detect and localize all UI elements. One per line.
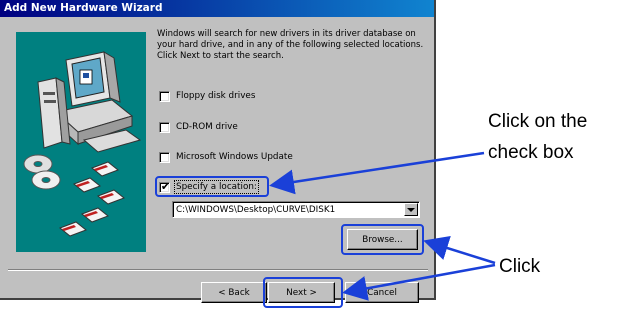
checkbox-callout-line1: Click on the bbox=[488, 111, 588, 132]
arrow-to-next bbox=[342, 263, 496, 301]
checkbox-callout-line2: check box bbox=[488, 142, 574, 163]
click-callout: Click bbox=[499, 256, 541, 277]
arrow-to-checkbox bbox=[269, 151, 485, 195]
arrow-to-browse bbox=[423, 236, 496, 265]
